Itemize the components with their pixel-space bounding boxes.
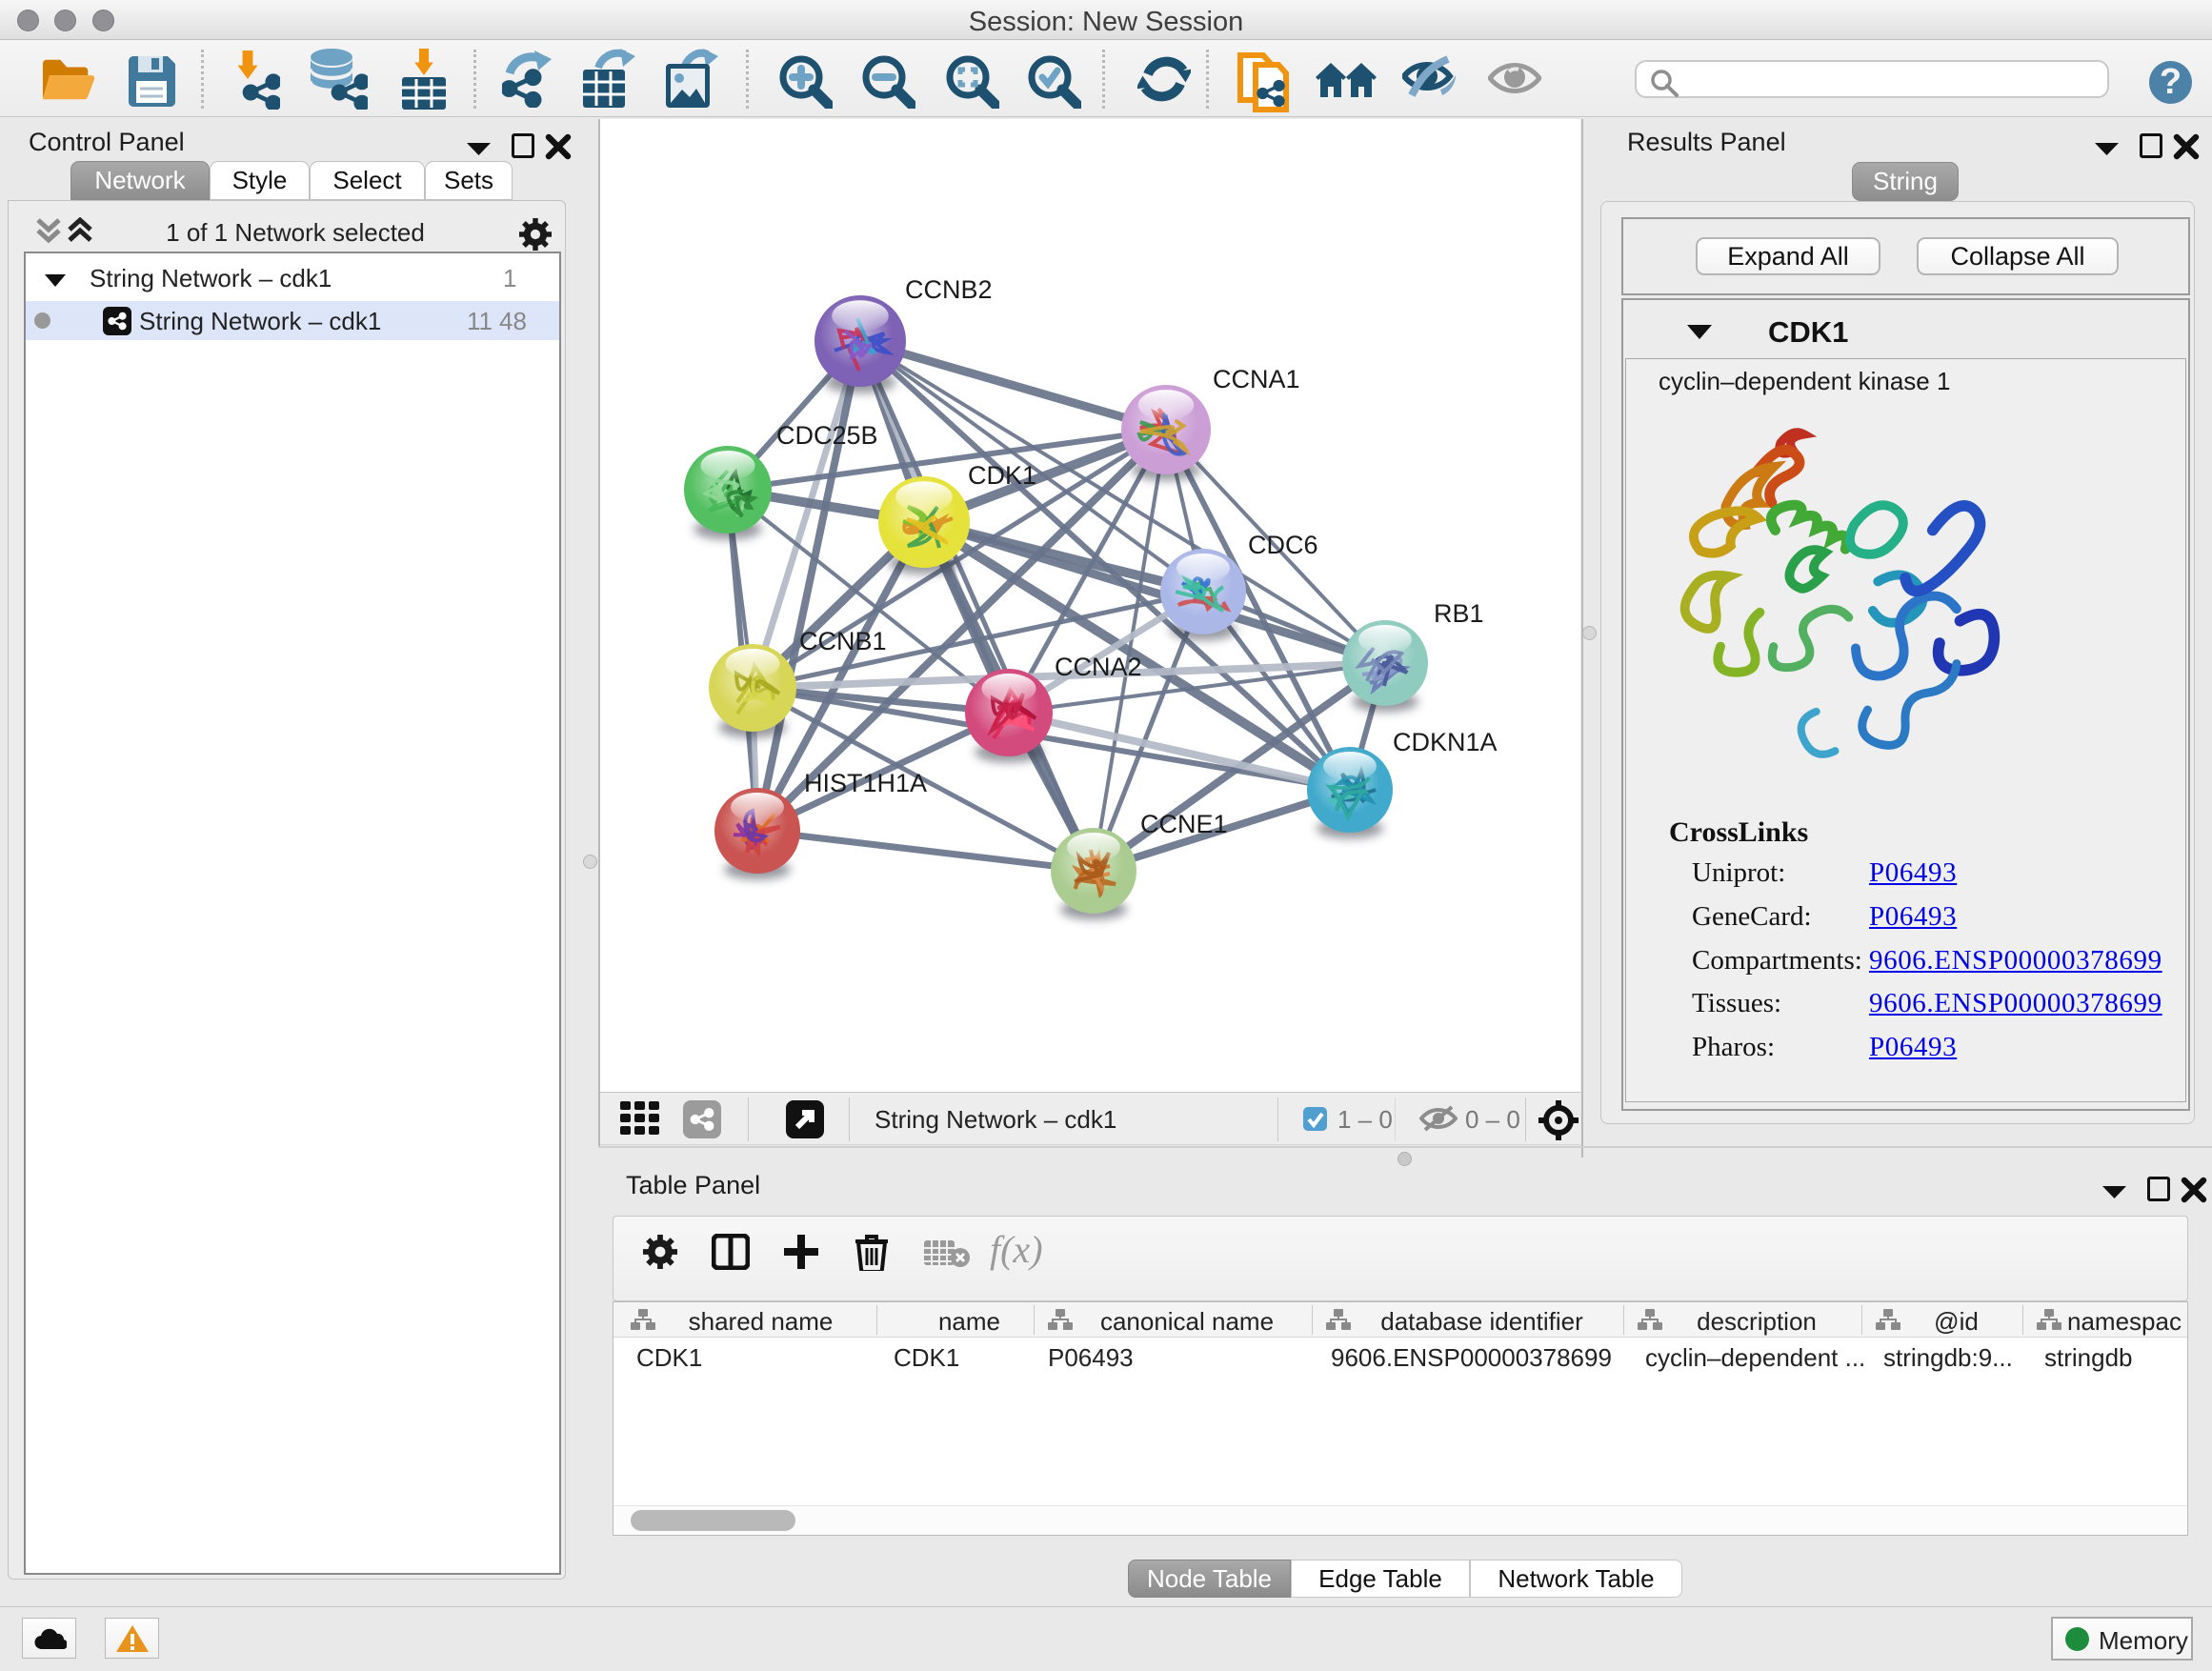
- svg-text:CDKN1A: CDKN1A: [1393, 728, 1498, 756]
- svg-text:CDK1: CDK1: [968, 461, 1036, 490]
- svg-text:CCNA2: CCNA2: [1055, 653, 1142, 681]
- svg-text:CDC6: CDC6: [1248, 531, 1318, 559]
- svg-text:CCNB1: CCNB1: [799, 627, 887, 655]
- svg-text:CCNB2: CCNB2: [905, 275, 993, 304]
- svg-text:CCNE1: CCNE1: [1140, 810, 1228, 838]
- svg-text:CDC25B: CDC25B: [776, 421, 878, 450]
- svg-text:CCNA1: CCNA1: [1213, 365, 1300, 393]
- svg-text:HIST1H1A: HIST1H1A: [804, 769, 927, 797]
- svg-text:RB1: RB1: [1434, 599, 1484, 628]
